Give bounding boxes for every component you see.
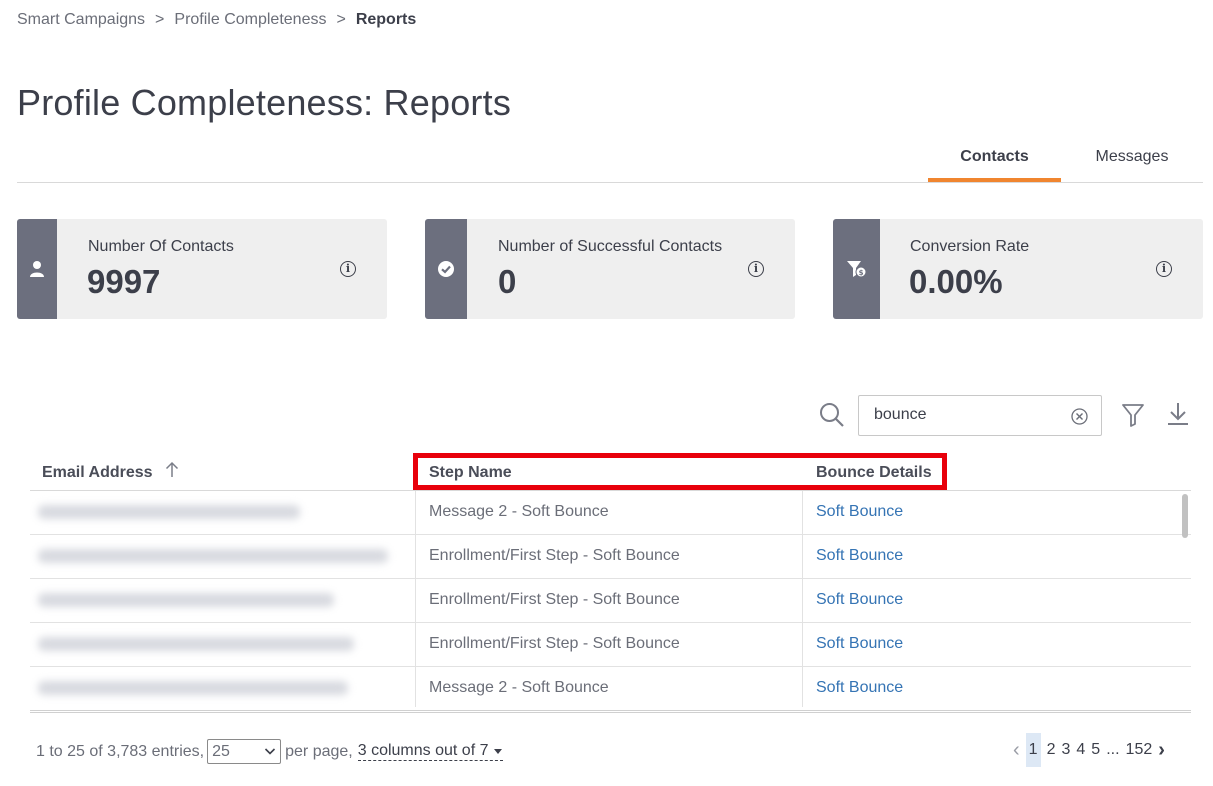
clear-search-icon[interactable] xyxy=(1071,408,1088,425)
check-circle-icon xyxy=(438,261,454,277)
columns-selector[interactable]: 3 columns out of 7 xyxy=(357,742,503,761)
stat-label: Number Of Contacts xyxy=(88,238,234,255)
search-icon[interactable] xyxy=(819,402,845,428)
email-cell-redacted xyxy=(38,549,388,563)
search-input[interactable] xyxy=(874,406,1064,424)
stat-value: 0.00% xyxy=(909,263,1003,300)
info-icon[interactable]: i xyxy=(1156,261,1172,277)
table-row[interactable]: Message 2 - Soft Bounce Soft Bounce xyxy=(30,491,1191,535)
page-5[interactable]: 5 xyxy=(1091,741,1100,759)
per-page-label: per page, xyxy=(285,742,353,760)
bounce-details-link[interactable]: Soft Bounce xyxy=(816,679,903,697)
next-page-icon[interactable]: › xyxy=(1158,739,1165,762)
breadcrumb-current: Reports xyxy=(355,11,417,28)
bounce-details-link[interactable]: Soft Bounce xyxy=(816,635,903,653)
caret-down-icon xyxy=(493,748,502,754)
card-icon-strip xyxy=(17,219,57,319)
breadcrumb-separator: > xyxy=(336,11,346,28)
bounce-details-link[interactable]: Soft Bounce xyxy=(816,547,903,565)
page-last[interactable]: 152 xyxy=(1126,741,1153,759)
table-footer-divider xyxy=(30,710,1191,713)
per-page-select[interactable]: 25 xyxy=(207,739,282,764)
step-name-cell: Enrollment/First Step - Soft Bounce xyxy=(429,591,680,608)
highlight-box xyxy=(413,453,947,490)
table-footer: 1 to 25 of 3,783 entries, 25 per page, 3… xyxy=(36,739,503,764)
page-2[interactable]: 2 xyxy=(1047,741,1056,759)
table-row[interactable]: Enrollment/First Step - Soft Bounce Soft… xyxy=(30,579,1191,623)
per-page-value: 25 xyxy=(212,743,230,760)
entries-summary: 1 to 25 of 3,783 entries, xyxy=(36,742,205,760)
stat-card-successful-contacts: Number of Successful Contacts 0 i xyxy=(425,219,795,319)
column-header-email[interactable]: Email Address xyxy=(42,464,153,482)
page-4[interactable]: 4 xyxy=(1076,741,1085,759)
chevron-down-icon xyxy=(265,748,276,755)
bounce-details-link[interactable]: Soft Bounce xyxy=(816,503,903,521)
pagination-ellipsis: ... xyxy=(1106,741,1120,758)
info-icon[interactable]: i xyxy=(748,261,764,277)
sort-ascending-icon[interactable] xyxy=(164,461,180,479)
step-name-cell: Enrollment/First Step - Soft Bounce xyxy=(429,547,680,564)
prev-page-icon[interactable]: ‹ xyxy=(1013,739,1020,762)
info-icon[interactable]: i xyxy=(340,261,356,277)
page-3[interactable]: 3 xyxy=(1061,741,1070,759)
breadcrumb-item-smart-campaigns[interactable]: Smart Campaigns xyxy=(17,11,145,29)
tab-contacts[interactable]: Contacts xyxy=(928,148,1061,182)
pagination: ‹ 1 2 3 4 5 ... 152 › xyxy=(1010,733,1168,767)
tab-bar: Contacts Messages xyxy=(17,140,1203,183)
stat-card-conversion-rate: $ Conversion Rate 0.00% i xyxy=(833,219,1203,319)
tab-messages[interactable]: Messages xyxy=(1067,148,1197,182)
breadcrumb-item-profile-completeness[interactable]: Profile Completeness xyxy=(174,11,326,29)
svg-text:$: $ xyxy=(858,269,863,277)
email-cell-redacted xyxy=(38,637,354,651)
stat-value: 0 xyxy=(498,263,517,300)
email-cell-redacted xyxy=(38,593,334,607)
email-cell-redacted xyxy=(38,681,348,695)
breadcrumb: Smart Campaigns > Profile Completeness >… xyxy=(17,11,416,29)
page-1[interactable]: 1 xyxy=(1025,733,1041,767)
stat-card-contacts: Number Of Contacts 9997 i xyxy=(17,219,387,319)
table-row[interactable]: Message 2 - Soft Bounce Soft Bounce xyxy=(30,667,1191,707)
step-name-cell: Enrollment/First Step - Soft Bounce xyxy=(429,635,680,652)
email-cell-redacted xyxy=(38,505,300,519)
table-body: Message 2 - Soft Bounce Soft Bounce Enro… xyxy=(30,491,1191,707)
table-scrollbar[interactable] xyxy=(1182,494,1188,538)
table-row[interactable]: Enrollment/First Step - Soft Bounce Soft… xyxy=(30,535,1191,579)
step-name-cell: Message 2 - Soft Bounce xyxy=(429,503,609,520)
card-icon-strip: $ xyxy=(833,219,880,319)
table-row[interactable]: Enrollment/First Step - Soft Bounce Soft… xyxy=(30,623,1191,667)
table-header: Email Address Step Name Bounce Details xyxy=(30,450,1191,491)
stat-label: Number of Successful Contacts xyxy=(498,238,723,255)
bounce-details-link[interactable]: Soft Bounce xyxy=(816,591,903,609)
funnel-dollar-icon: $ xyxy=(846,261,866,278)
step-name-cell: Message 2 - Soft Bounce xyxy=(429,679,609,696)
stat-label: Conversion Rate xyxy=(910,238,1030,255)
breadcrumb-separator: > xyxy=(155,11,165,28)
filter-icon[interactable] xyxy=(1121,403,1145,427)
stat-value: 9997 xyxy=(87,263,161,300)
card-icon-strip xyxy=(425,219,467,319)
download-icon[interactable] xyxy=(1167,402,1189,426)
search-field xyxy=(858,395,1102,436)
user-icon xyxy=(30,261,44,277)
columns-selector-label: 3 columns out of 7 xyxy=(357,742,489,759)
page-title: Profile Completeness: Reports xyxy=(17,82,512,123)
